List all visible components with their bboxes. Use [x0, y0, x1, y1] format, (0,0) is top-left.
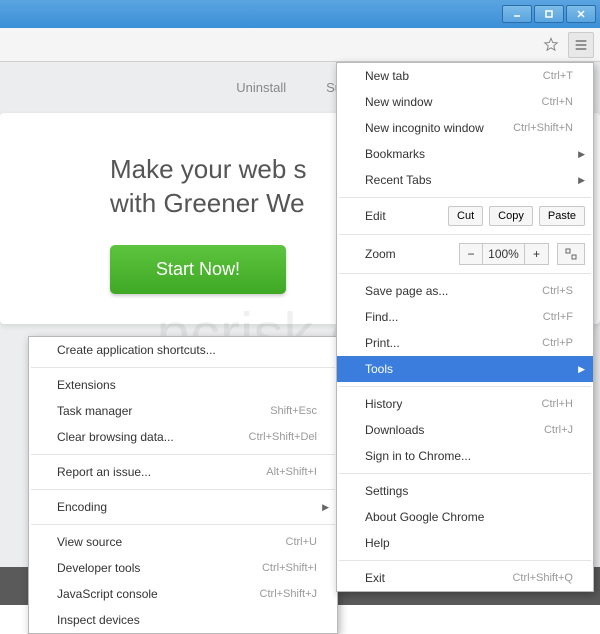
paste-button[interactable]: Paste: [539, 206, 585, 226]
menu-downloads[interactable]: DownloadsCtrl+J: [337, 417, 593, 443]
menu-separator: [339, 560, 591, 561]
close-button[interactable]: [566, 5, 596, 23]
menu-about[interactable]: About Google Chrome: [337, 504, 593, 530]
menu-separator: [339, 473, 591, 474]
menu-separator: [339, 386, 591, 387]
menu-history[interactable]: HistoryCtrl+H: [337, 391, 593, 417]
menu-separator: [31, 524, 335, 525]
zoom-in-button[interactable]: +: [525, 243, 549, 265]
menu-zoom-row: Zoom − 100% +: [337, 239, 593, 269]
menu-dev-tools[interactable]: Developer toolsCtrl+Shift+I: [29, 555, 337, 581]
zoom-out-button[interactable]: −: [459, 243, 483, 265]
menu-separator: [339, 273, 591, 274]
menu-edit-row: Edit Cut Copy Paste: [337, 202, 593, 230]
fullscreen-button[interactable]: [557, 243, 585, 265]
maximize-button[interactable]: [534, 5, 564, 23]
nav-uninstall[interactable]: Uninstall: [236, 80, 286, 95]
bookmark-star-icon[interactable]: [538, 32, 564, 58]
zoom-label: Zoom: [365, 247, 396, 261]
start-now-button[interactable]: Start Now!: [110, 245, 286, 294]
menu-inspect-devices[interactable]: Inspect devices: [29, 607, 337, 633]
menu-recent-tabs[interactable]: Recent Tabs▶: [337, 167, 593, 193]
menu-save-page[interactable]: Save page as...Ctrl+S: [337, 278, 593, 304]
menu-settings[interactable]: Settings: [337, 478, 593, 504]
chevron-right-icon: ▶: [578, 149, 585, 160]
menu-separator: [339, 234, 591, 235]
menu-task-manager[interactable]: Task managerShift+Esc: [29, 398, 337, 424]
menu-encoding[interactable]: Encoding▶: [29, 494, 337, 520]
menu-bookmarks[interactable]: Bookmarks▶: [337, 141, 593, 167]
menu-exit[interactable]: ExitCtrl+Shift+Q: [337, 565, 593, 591]
menu-separator: [339, 197, 591, 198]
chevron-right-icon: ▶: [578, 175, 585, 186]
menu-tools[interactable]: Tools▶: [337, 356, 593, 382]
menu-separator: [31, 367, 335, 368]
menu-report-issue[interactable]: Report an issue...Alt+Shift+I: [29, 459, 337, 485]
menu-help[interactable]: Help: [337, 530, 593, 556]
hero-line1: Make your web s: [110, 154, 307, 184]
menu-js-console[interactable]: JavaScript consoleCtrl+Shift+J: [29, 581, 337, 607]
menu-extensions[interactable]: Extensions: [29, 372, 337, 398]
menu-separator: [31, 454, 335, 455]
menu-new-incognito[interactable]: New incognito windowCtrl+Shift+N: [337, 115, 593, 141]
menu-view-source[interactable]: View sourceCtrl+U: [29, 529, 337, 555]
hero-line2: with Greener We: [110, 188, 305, 218]
chevron-right-icon: ▶: [578, 364, 585, 375]
menu-find[interactable]: Find...Ctrl+F: [337, 304, 593, 330]
chrome-menu: New tabCtrl+T New windowCtrl+N New incog…: [336, 62, 594, 592]
browser-toolbar: [0, 28, 600, 62]
zoom-value: 100%: [483, 243, 525, 265]
cut-button[interactable]: Cut: [448, 206, 483, 226]
menu-new-tab[interactable]: New tabCtrl+T: [337, 63, 593, 89]
edit-label: Edit: [365, 209, 386, 223]
browser-window: Uninstall Suppo Make your web s with Gre…: [0, 0, 600, 605]
chevron-right-icon: ▶: [322, 502, 329, 513]
menu-print[interactable]: Print...Ctrl+P: [337, 330, 593, 356]
minimize-button[interactable]: [502, 5, 532, 23]
menu-separator: [31, 489, 335, 490]
menu-clear-data[interactable]: Clear browsing data...Ctrl+Shift+Del: [29, 424, 337, 450]
menu-new-window[interactable]: New windowCtrl+N: [337, 89, 593, 115]
copy-button[interactable]: Copy: [489, 206, 533, 226]
tools-submenu: Create application shortcuts... Extensio…: [28, 336, 338, 634]
window-titlebar: [0, 0, 600, 28]
menu-create-shortcuts[interactable]: Create application shortcuts...: [29, 337, 337, 363]
menu-sign-in[interactable]: Sign in to Chrome...: [337, 443, 593, 469]
menu-hamburger-icon[interactable]: [568, 32, 594, 58]
